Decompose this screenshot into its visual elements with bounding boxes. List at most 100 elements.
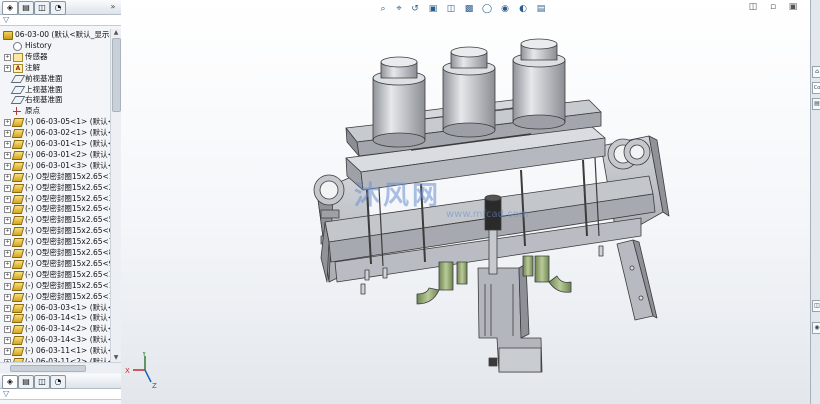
tree-item-0[interactable]: History [0,40,110,51]
task-pane-library-tab[interactable]: ▤ [812,98,820,110]
lower-display-manager-tab[interactable]: ◔ [50,375,66,389]
tree-component[interactable]: + (-) O型密封圈15x2.65<11 [0,280,110,291]
tree-item-3[interactable]: 前视基准面 [0,73,110,84]
tree-component[interactable]: + (-) 06-03-02<1> (默认< [0,127,110,139]
triad-y-label: Y [141,352,147,358]
tree-component[interactable]: + (-) 06-03-01<3> (默认< [0,160,110,171]
expand-toggle-icon[interactable]: + [4,250,11,257]
part-icon [11,292,25,302]
tree-item-label: History [25,40,52,50]
expand-toggle-icon[interactable]: + [4,64,11,72]
tree-item-label: (-) O型密封圈15x2.65<5> [25,215,110,225]
scroll-up-icon[interactable]: ▲ [111,29,121,37]
tree-item-label: (-) 06-03-01<2> (默认< [25,149,110,159]
tree-item-4[interactable]: 上视基准面 [0,84,110,95]
expand-toggle-icon[interactable]: + [4,228,11,236]
expand-toggle-icon[interactable]: + [4,348,11,356]
tree-item-1[interactable]: + 传感器 [0,51,110,62]
part-icon [11,303,25,313]
property-manager-tab[interactable]: ▤ [18,1,34,15]
expand-toggle-icon[interactable]: + [4,53,11,61]
expand-toggle-icon[interactable]: + [4,130,11,138]
tree-component[interactable]: + (-) 06-03-14<3> (默认< [0,334,110,346]
part-icon [11,129,25,139]
lower-configuration-manager-tab[interactable]: ◫ [34,375,50,389]
part-icon [11,314,25,324]
tree-component[interactable]: + (-) O型密封圈15x2.65<3> [0,193,110,204]
tree-item-2[interactable]: + A 注解 [0,62,110,73]
assembly-icon [3,31,13,40]
assembly-model-view[interactable] [121,0,810,404]
expand-toggle-icon[interactable]: + [4,304,11,312]
tree-item-label: (-) 06-03-14<2> (默认< [25,324,110,334]
reference-triad: X Y Z [125,352,157,390]
annotations-icon: A [13,63,23,73]
tree-component[interactable]: + (-) 06-03-11<1> (默认< [0,345,110,357]
lower-filter-bar[interactable]: ▽ [0,389,121,400]
expand-toggle-icon[interactable]: + [4,195,11,203]
tree-component[interactable]: + (-) O型密封圈15x2.65<5> [0,214,110,226]
expand-toggle-icon[interactable]: + [4,173,11,181]
tree-component[interactable]: + (-) O型密封圈15x2.65<2> [0,182,110,193]
tree-component[interactable]: + (-) 06-03-14<1> (默认< [0,312,110,324]
task-pane-view-palette-tab[interactable]: ◉ [812,322,820,334]
chevron-right-icon[interactable]: » [108,2,118,12]
tree-component[interactable]: + (-) O型密封圈15x2.65<8> [0,247,110,258]
hscroll-thumb[interactable] [10,365,86,372]
tree-item-label: (-) O型密封圈15x2.65<12 [25,291,110,301]
expand-toggle-icon[interactable]: + [4,260,11,268]
tree-component[interactable]: + (-) O型密封圈15x2.65<6> [0,225,110,237]
tree-component[interactable]: + (-) O型密封圈15x2.65<1> [0,171,110,182]
lower-filter-icon[interactable]: ▽ [3,389,9,399]
feature-tree-tab[interactable]: ◈ [2,1,18,15]
scroll-thumb[interactable] [112,38,121,112]
expand-toggle-icon[interactable]: + [4,239,11,247]
tree-component[interactable]: + (-) 06-03-14<2> (默认< [0,323,110,335]
task-pane-resources-tab[interactable]: ⌂ [812,66,820,78]
expand-toggle-icon[interactable]: + [4,293,11,301]
expand-toggle-icon[interactable]: + [4,141,11,148]
tree-item-6[interactable]: 原点 [0,105,110,116]
task-pane-file-explorer-tab[interactable]: ◫ [812,300,820,312]
tree-component[interactable]: + (-) O型密封圈15x2.65<4> [0,203,110,215]
part-icon [11,281,25,291]
lower-feature-tree-tab[interactable]: ◈ [2,375,18,389]
task-pane-tab[interactable]: Co [812,82,820,94]
tree-component[interactable]: + (-) 06-03-03<1> (默认< [0,302,110,313]
tree-item-label: 传感器 [25,51,48,61]
display-manager-tab[interactable]: ◔ [50,1,66,15]
configuration-manager-tab[interactable]: ◫ [34,1,50,15]
expand-toggle-icon[interactable]: + [4,282,11,290]
lower-property-manager-tab[interactable]: ▤ [18,375,34,389]
expand-toggle-icon[interactable]: + [4,206,11,214]
tree-component[interactable]: + (-) O型密封圈15x2.65<7> [0,236,110,248]
tree-component[interactable]: + (-) O型密封圈15x2.65<12 [0,291,110,302]
tree-component[interactable]: + (-) 06-03-01<1> (默认< [0,138,110,149]
expand-toggle-icon[interactable]: + [4,184,11,192]
scroll-down-icon[interactable]: ▼ [111,354,121,362]
tree-horizontal-scrollbar[interactable] [0,362,121,373]
tree-root-assembly[interactable]: 06-03-00 (默认<默认_显示状 [0,29,110,40]
expand-toggle-icon[interactable]: + [4,326,11,334]
expand-toggle-icon[interactable]: + [4,217,11,225]
part-icon [11,172,25,182]
tree-filter-bar[interactable]: ▽ [0,15,121,26]
filter-icon[interactable]: ▽ [3,15,9,25]
expand-toggle-icon[interactable]: + [4,337,11,345]
tree-item-label: (-) O型密封圈15x2.65<11 [25,280,110,290]
tree-component[interactable]: + (-) O型密封圈15x2.65<9> [0,258,110,269]
tree-component[interactable]: + (-) O型密封圈15x2.65<10 [0,269,110,280]
tree-component[interactable]: + (-) 06-03-01<2> (默认< [0,149,110,160]
expand-toggle-icon[interactable]: + [4,119,11,127]
plane-icon [10,85,26,94]
part-icon [11,194,25,204]
expand-toggle-icon[interactable]: + [4,162,11,170]
tree-item-5[interactable]: 右视基准面 [0,94,110,105]
tree-item-label: 右视基准面 [25,95,63,105]
expand-toggle-icon[interactable]: + [4,151,11,159]
expand-toggle-icon[interactable]: + [4,271,11,279]
expand-toggle-icon[interactable]: + [4,315,11,323]
tree-component[interactable]: + (-) 06-03-05<1> (默认< [0,116,110,128]
graphics-area[interactable]: ⌕ ⌖ ↺ ▣ ◫ ▩ ◯ ◉ ◐ ▤ ◫ ▫ ▣ 沐风网 www.mfcad.… [121,0,810,404]
history-icon [13,41,22,51]
